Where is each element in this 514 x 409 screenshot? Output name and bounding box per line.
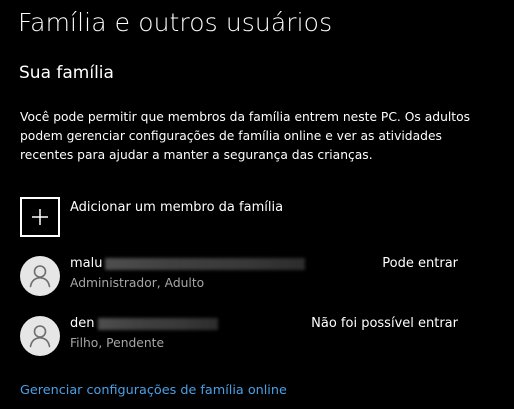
member-name-text: malu — [70, 256, 103, 271]
family-description: Você pode permitir que membros da famíli… — [20, 110, 471, 162]
member-name: malu — [70, 256, 306, 274]
manage-family-online-link[interactable]: Gerenciar configurações de família onlin… — [20, 383, 287, 398]
add-family-member-button[interactable]: Adicionar um membro da família — [20, 197, 490, 237]
family-member-row[interactable]: malu Administrador, Adulto Pode entrar — [20, 256, 490, 300]
member-name-text: den — [70, 316, 95, 331]
redacted-name-blur — [105, 257, 306, 270]
member-role: Administrador, Adulto — [70, 276, 205, 290]
plus-icon — [32, 209, 48, 225]
section-title-sua-familia: Sua família — [19, 63, 114, 83]
add-member-label: Adicionar um membro da família — [70, 200, 284, 215]
person-icon — [29, 265, 51, 288]
member-role: Filho, Pendente — [70, 336, 165, 350]
avatar — [20, 256, 60, 296]
person-icon — [29, 325, 51, 348]
avatar — [20, 316, 60, 356]
page-title: Família e outros usuários — [18, 8, 333, 37]
add-member-box — [20, 197, 60, 237]
redacted-name-blur — [97, 317, 218, 330]
member-status: Pode entrar — [382, 256, 458, 271]
member-name: den — [70, 316, 218, 334]
family-member-row[interactable]: den Filho, Pendente Não foi possível ent… — [20, 316, 490, 360]
member-status: Não foi possível entrar — [311, 316, 458, 331]
